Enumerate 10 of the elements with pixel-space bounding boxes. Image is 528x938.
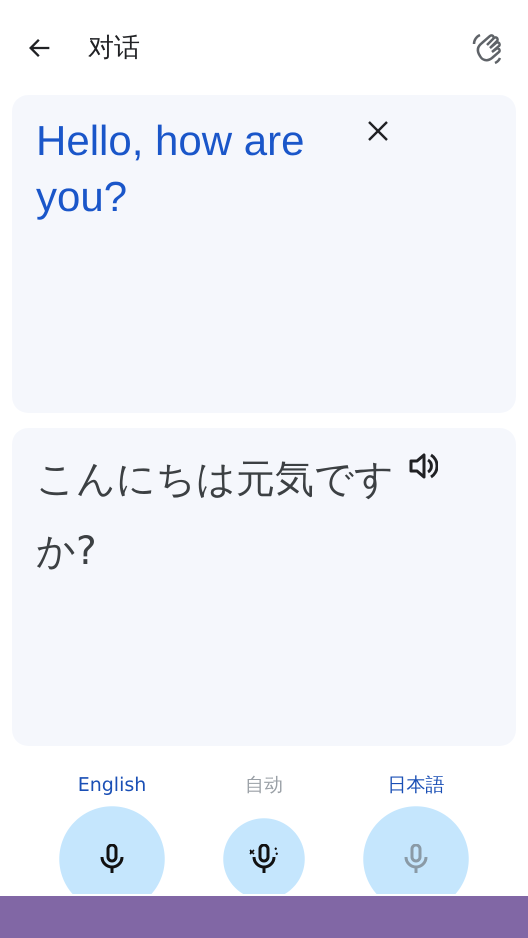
microphone-icon xyxy=(99,844,125,874)
close-button[interactable] xyxy=(366,119,390,143)
microphone-icon xyxy=(403,844,429,874)
sparkle-microphone-icon xyxy=(248,844,280,874)
translation-text: こんにちは元気ですか? xyxy=(36,456,395,576)
speaker-button[interactable] xyxy=(408,452,438,480)
source-text: Hello, how are you? xyxy=(36,116,306,222)
page-title: 对话 xyxy=(88,32,141,65)
language-label[interactable]: English xyxy=(78,766,146,804)
language-label[interactable]: 日本語 xyxy=(388,766,444,804)
